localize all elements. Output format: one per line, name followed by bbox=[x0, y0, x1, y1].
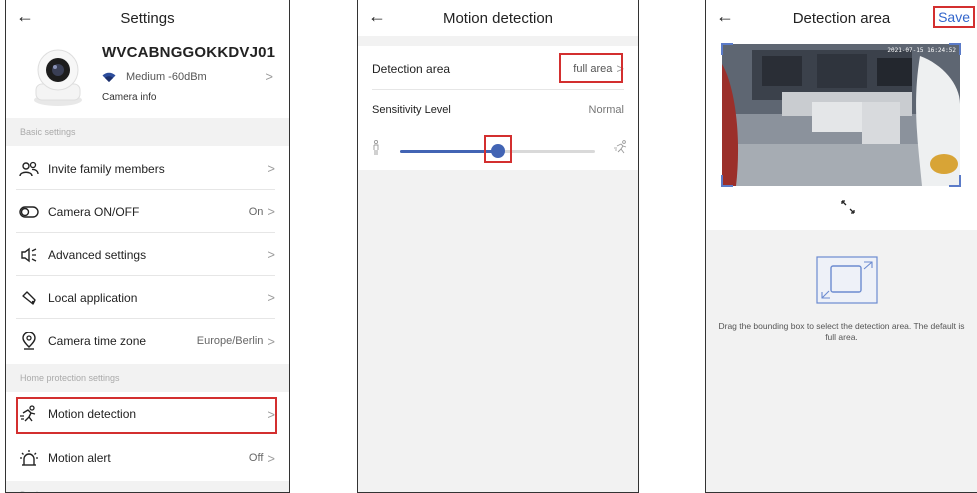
instruction-text: Drag the bounding box to select the dete… bbox=[718, 321, 965, 342]
bbox-handle-bottom-left[interactable] bbox=[721, 175, 733, 187]
people-icon bbox=[18, 158, 40, 180]
wrench-icon bbox=[18, 287, 40, 309]
highlight-slider-thumb bbox=[483, 135, 512, 163]
empty-area bbox=[358, 170, 638, 492]
row-label: Camera time zone bbox=[48, 334, 147, 348]
camera-preview-image bbox=[722, 44, 960, 186]
chevron-right-icon: > bbox=[267, 161, 275, 176]
section-basic-settings: Basic settings bbox=[6, 118, 289, 146]
device-name: WVCABNGGOKKDVJ01 bbox=[102, 44, 276, 61]
divider-band bbox=[358, 36, 638, 46]
sensitivity-label: Sensitivity Level bbox=[372, 104, 451, 116]
bbox-handle-top-left[interactable] bbox=[721, 43, 733, 55]
detection-area-label: Detection area bbox=[372, 61, 451, 76]
motion-alert-row[interactable]: Motion alert Off > bbox=[16, 437, 275, 479]
row-label: Camera ON/OFF bbox=[48, 204, 140, 219]
bbox-handle-top-right[interactable] bbox=[949, 43, 961, 55]
camera-info-label: Camera info bbox=[102, 92, 157, 103]
chevron-right-icon: > bbox=[267, 450, 275, 466]
wifi-icon bbox=[102, 72, 116, 82]
back-arrow-icon[interactable]: ← bbox=[716, 6, 734, 27]
camera-on-off-row[interactable]: Camera ON/OFF On > bbox=[16, 191, 275, 233]
chevron-right-icon: > bbox=[267, 204, 275, 219]
page-title: Motion detection bbox=[442, 9, 554, 27]
location-pin-icon bbox=[18, 330, 40, 352]
local-application-row[interactable]: Local application > bbox=[16, 277, 275, 319]
settings-header: ← Settings bbox=[6, 0, 289, 36]
section-device-management: Device management bbox=[6, 481, 289, 492]
signal-status: Medium -60dBm bbox=[102, 71, 207, 83]
settings-screen: ← Settings WVCABNGGOKKDVJ01 Medium -60dB… bbox=[5, 0, 290, 493]
fullscreen-expand-icon[interactable] bbox=[840, 199, 856, 215]
row-label: Motion alert bbox=[48, 451, 111, 465]
running-person-icon bbox=[614, 140, 627, 154]
chevron-right-icon: > bbox=[267, 247, 275, 262]
alarm-light-icon bbox=[18, 447, 40, 469]
signal-label: Medium -60dBm bbox=[126, 71, 207, 83]
chevron-right-icon: > bbox=[265, 69, 273, 84]
sensitivity-value: Normal bbox=[588, 104, 624, 116]
row-label: Invite family members bbox=[48, 161, 165, 176]
page-title: Settings bbox=[120, 9, 175, 27]
chevron-right-icon: > bbox=[267, 333, 275, 349]
timestamp-overlay: 2021-07-15 16:24:52 bbox=[887, 47, 956, 54]
toggle-icon bbox=[18, 201, 40, 223]
motion-detection-screen: ← Motion detection Detection area full a… bbox=[357, 0, 639, 493]
camera-time-zone-row[interactable]: Camera time zone Europe/Berlin > bbox=[16, 320, 275, 362]
back-arrow-icon[interactable]: ← bbox=[16, 6, 34, 27]
invite-family-row[interactable]: Invite family members > bbox=[16, 148, 275, 190]
motion-header: ← Motion detection bbox=[358, 0, 638, 36]
bbox-handle-bottom-right[interactable] bbox=[949, 175, 961, 187]
detection-area-screen: ← Detection area Save 2021-07-15 16:24:5… bbox=[705, 0, 977, 493]
row-label: Local application bbox=[48, 290, 138, 305]
highlight-motion-detection bbox=[16, 397, 277, 434]
row-label: Advanced settings bbox=[48, 247, 147, 262]
chevron-right-icon: > bbox=[267, 290, 275, 305]
row-value: Off bbox=[248, 452, 264, 464]
camera-info-card[interactable]: WVCABNGGOKKDVJ01 Medium -60dBm Camera in… bbox=[6, 36, 289, 116]
camera-preview[interactable]: 2021-07-15 16:24:52 bbox=[722, 44, 960, 186]
bounding-box-illustration-icon bbox=[816, 256, 878, 304]
advanced-settings-row[interactable]: Advanced settings > bbox=[16, 234, 275, 276]
highlight-detection-area bbox=[559, 53, 623, 83]
back-arrow-icon[interactable]: ← bbox=[368, 6, 386, 27]
page-title: Detection area bbox=[792, 9, 891, 27]
speaker-icon bbox=[18, 244, 40, 266]
save-button[interactable]: Save bbox=[933, 6, 975, 28]
row-value: On bbox=[248, 205, 264, 218]
sensitivity-row: Sensitivity Level Normal bbox=[372, 104, 624, 116]
row-value: Europe/Berlin bbox=[196, 335, 264, 347]
section-home-protection: Home protection settings bbox=[6, 364, 289, 392]
standing-person-icon bbox=[373, 140, 379, 155]
camera-device-icon bbox=[34, 49, 82, 106]
